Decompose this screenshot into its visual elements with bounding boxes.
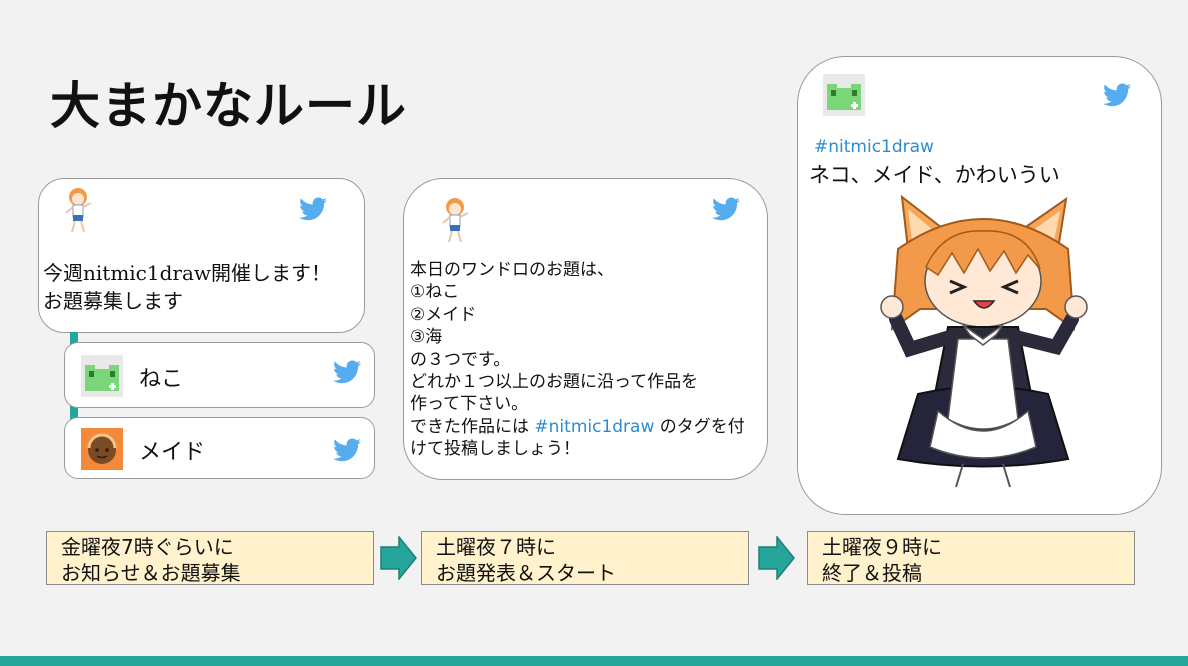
tweet-text-line: 作って下さい。	[410, 394, 529, 415]
tweet-text-line: の３つです。	[410, 349, 511, 370]
arrow-right-icon	[758, 536, 795, 580]
green-frog-avatar	[823, 74, 865, 116]
timeline-step-start: 土曜夜７時に お題発表＆スタート	[421, 531, 749, 585]
tweet-text: 今週nitmic1draw開催します！ お題募集します	[43, 259, 331, 315]
twitter-bird-icon	[712, 197, 740, 221]
tweet-text: ネコ、メイド、かわいうい	[809, 163, 1060, 187]
reply-label: メイド	[139, 440, 206, 465]
tweet-text-line: けて投稿しましょう！	[410, 439, 580, 460]
tweet-text-line: どれか１つ以上のお題に沿って作品を	[410, 372, 699, 393]
hashtag-link[interactable]: #nitmic1draw	[814, 137, 934, 157]
tweet-card-announcement: 今週nitmic1draw開催します！ お題募集します	[38, 178, 365, 333]
reply-card-maid: メイド	[64, 417, 375, 479]
orange-face-avatar	[81, 428, 123, 470]
reply-card-neko: ねこ	[64, 342, 375, 408]
tweet-text-line: ②メイド	[410, 304, 477, 325]
tweet-card-artwork: #nitmic1draw ネコ、メイド、かわいうい	[797, 56, 1162, 515]
tweet-text-line: 本日のワンドロのお題は、	[410, 260, 614, 280]
step-line: お題発表＆スタート	[436, 561, 616, 585]
timeline-step-end: 土曜夜９時に 終了＆投稿	[807, 531, 1135, 585]
step-line: 金曜夜7時ぐらいに	[61, 535, 234, 559]
bottom-accent-bar	[0, 656, 1188, 666]
step-line: 終了＆投稿	[822, 561, 922, 585]
arrow-right-icon	[380, 536, 417, 580]
tweet-text: 本日のワンドロのお題は、 ①ねこ ②メイド ③海 の３つです。 どれか１つ以上の…	[410, 259, 745, 461]
twitter-bird-icon	[1103, 83, 1131, 107]
slide-title: 大まかなルール	[50, 77, 407, 135]
tweet-text-line: ③海	[410, 327, 443, 348]
twitter-bird-icon	[333, 438, 361, 462]
tweet-text-line: お題募集します	[43, 289, 183, 313]
tweet-text-line: できた作品には #nitmic1draw のタグを付	[410, 416, 745, 438]
cat-maid-girl-illustration	[880, 194, 1088, 488]
reply-label: ねこ	[139, 367, 184, 392]
timeline-step-announce: 金曜夜7時ぐらいに お知らせ＆お題募集	[46, 531, 374, 585]
step-line: 土曜夜７時に	[436, 535, 556, 559]
tweet-text-line: 今週nitmic1draw開催します！	[43, 261, 332, 285]
anime-girl-avatar	[442, 198, 469, 243]
green-frog-avatar	[81, 355, 123, 397]
tag-suffix: のタグを付	[654, 416, 745, 437]
tweet-card-topics: 本日のワンドロのお題は、 ①ねこ ②メイド ③海 の３つです。 どれか１つ以上の…	[403, 178, 768, 480]
twitter-bird-icon	[299, 197, 327, 221]
twitter-bird-icon	[333, 360, 361, 384]
anime-girl-avatar	[65, 188, 92, 233]
step-line: 土曜夜９時に	[822, 535, 942, 559]
step-line: お知らせ＆お題募集	[61, 561, 241, 585]
hashtag-link[interactable]: #nitmic1draw	[534, 417, 654, 437]
tweet-text-line: ①ねこ	[410, 282, 460, 303]
tag-prefix: できた作品には	[410, 416, 535, 437]
